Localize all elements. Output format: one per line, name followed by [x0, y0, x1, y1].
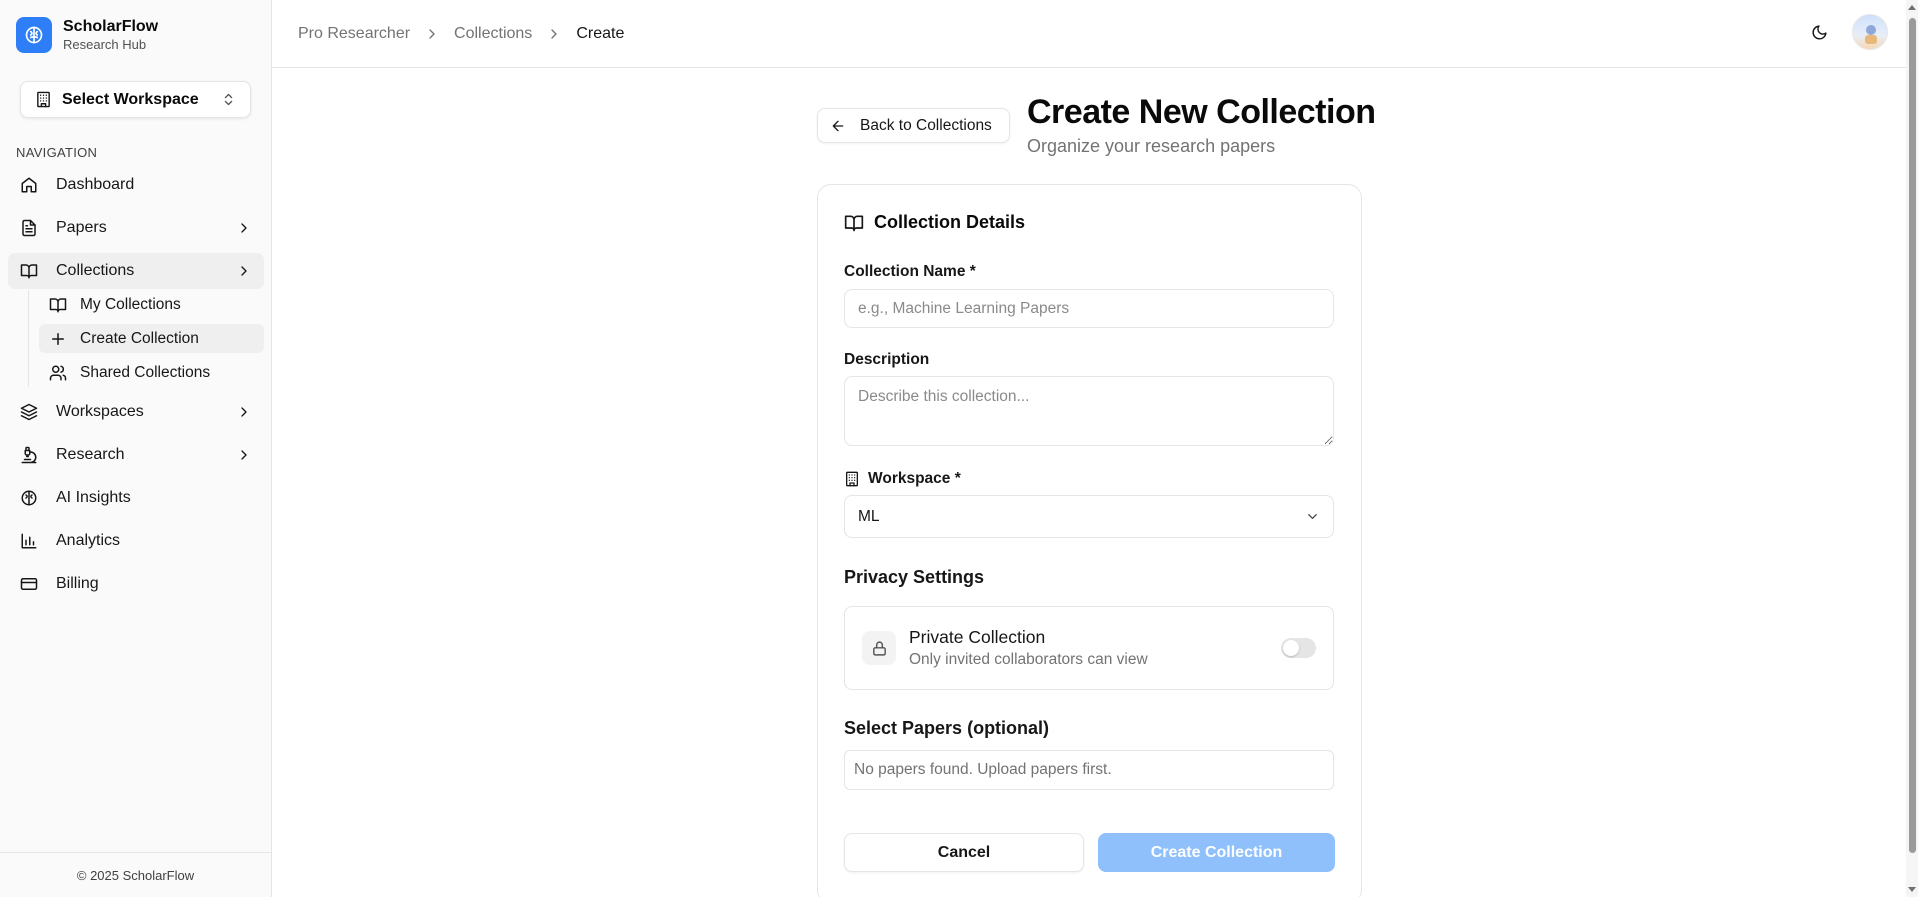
workspace-selector-label: Select Workspace	[62, 90, 199, 108]
sidebar-item-label: Billing	[56, 575, 99, 592]
select-papers-title: Select Papers (optional)	[844, 718, 1050, 738]
sidebar-subitem-create-collection[interactable]: Create Collection	[39, 324, 264, 353]
sidebar-subitem-label: Shared Collections	[80, 363, 211, 381]
brand-subtitle: Research Hub	[63, 37, 147, 52]
back-button-label: Back to Collections	[860, 116, 992, 134]
breadcrumb-pro-researcher[interactable]: Pro Researcher	[298, 25, 410, 43]
credit-card-icon	[20, 575, 38, 593]
sidebar-subitem-label: Create Collection	[80, 329, 199, 347]
topbar: Pro Researcher Collections Create	[272, 0, 1918, 68]
page-subtitle: Organize your research papers	[1027, 136, 1276, 156]
private-collection-desc: Only invited collaborators can view	[909, 651, 1148, 668]
chevron-right-icon	[236, 263, 252, 279]
toggle-knob	[1283, 640, 1299, 656]
chevron-right-icon	[236, 404, 252, 420]
workspace-field-label: Workspace *	[844, 470, 961, 488]
users-icon	[49, 364, 67, 382]
sidebar-item-research[interactable]: Research	[8, 437, 264, 473]
book-open-icon	[49, 296, 67, 314]
sidebar-subitem-shared-collections[interactable]: Shared Collections	[39, 358, 264, 387]
sidebar-item-ai-insights[interactable]: AI Insights	[8, 480, 264, 516]
private-collection-option: Private Collection Only invited collabor…	[844, 606, 1334, 690]
bar-chart-icon	[20, 532, 38, 550]
arrow-left-icon	[830, 118, 860, 134]
page-title: Create New Collection	[1027, 93, 1376, 131]
card-title: Collection Details	[874, 212, 1026, 232]
brain-icon	[20, 489, 38, 507]
sidebar-item-label: Papers	[56, 219, 107, 236]
sidebar-item-workspaces[interactable]: Workspaces	[8, 394, 264, 430]
scroll-down-arrow-icon[interactable]	[1908, 887, 1916, 892]
avatar[interactable]	[1852, 14, 1888, 50]
file-text-icon	[20, 219, 38, 237]
collections-submenu: My Collections Create Collection Shared …	[28, 290, 264, 387]
workspace-select[interactable]: ML	[844, 495, 1334, 538]
breadcrumb-collections[interactable]: Collections	[454, 25, 532, 43]
sidebar-item-label: Analytics	[56, 532, 121, 549]
chevron-right-icon	[424, 26, 440, 42]
workspace-label-text: Workspace *	[868, 470, 961, 487]
brand[interactable]: ScholarFlow Research Hub	[0, 0, 271, 70]
nav-section-title: NAVIGATION	[16, 145, 98, 160]
description-textarea[interactable]	[844, 376, 1334, 446]
sidebar-item-label: AI Insights	[56, 489, 131, 506]
sidebar-nav: Dashboard Papers Collections My Collecti…	[8, 167, 264, 609]
main-content: Pro Researcher Collections Create Back t…	[272, 0, 1918, 897]
privacy-settings-title: Privacy Settings	[844, 567, 985, 587]
building-icon	[844, 471, 860, 487]
sidebar-item-collections[interactable]: Collections	[8, 253, 264, 289]
home-icon	[20, 176, 38, 194]
plus-icon	[49, 330, 67, 348]
chevron-right-icon	[546, 26, 562, 42]
papers-list-empty: No papers found. Upload papers first.	[844, 750, 1334, 790]
back-to-collections-button[interactable]: Back to Collections	[817, 108, 1010, 143]
scrollbar-thumb[interactable]	[1909, 18, 1916, 853]
sidebar-item-billing[interactable]: Billing	[8, 566, 264, 602]
collection-name-label: Collection Name *	[844, 263, 976, 280]
sidebar-item-label: Workspaces	[56, 403, 144, 420]
page-scrollbar[interactable]	[1906, 0, 1918, 897]
brain-icon	[16, 17, 52, 53]
microscope-icon	[20, 446, 38, 464]
book-open-icon	[844, 213, 864, 233]
brand-name: ScholarFlow	[63, 18, 159, 35]
sidebar-item-papers[interactable]: Papers	[8, 210, 264, 246]
card-header: Collection Details	[844, 212, 1025, 233]
sidebar-item-dashboard[interactable]: Dashboard	[8, 167, 264, 203]
sidebar-footer: © 2025 ScholarFlow	[0, 852, 271, 897]
scroll-up-arrow-icon[interactable]	[1908, 5, 1916, 10]
workspace-select-value: ML	[858, 507, 880, 525]
book-open-icon	[20, 262, 38, 280]
theme-toggle-button[interactable]	[1802, 15, 1836, 49]
chevron-right-icon	[236, 220, 252, 236]
create-collection-button[interactable]: Create Collection	[1098, 833, 1335, 872]
private-collection-toggle[interactable]	[1281, 638, 1316, 658]
sidebar-subitem-my-collections[interactable]: My Collections	[39, 290, 264, 319]
workspace-selector[interactable]: Select Workspace	[20, 81, 251, 118]
sidebar-item-analytics[interactable]: Analytics	[8, 523, 264, 559]
sidebar: ScholarFlow Research Hub Select Workspac…	[0, 0, 272, 897]
lock-icon	[862, 631, 896, 665]
chevron-right-icon	[236, 447, 252, 463]
sidebar-item-label: Dashboard	[56, 176, 135, 193]
cancel-button[interactable]: Cancel	[844, 833, 1084, 872]
description-label: Description	[844, 351, 930, 368]
building-icon	[35, 91, 52, 108]
sidebar-item-label: Research	[56, 446, 125, 463]
private-collection-title: Private Collection	[909, 627, 1046, 647]
chevrons-up-down-icon	[221, 92, 236, 107]
layers-icon	[20, 403, 38, 421]
sidebar-item-label: Collections	[56, 262, 135, 279]
sidebar-subitem-label: My Collections	[80, 295, 181, 313]
collection-name-input[interactable]	[844, 289, 1334, 328]
collection-details-card: Collection Details Collection Name * Des…	[817, 184, 1362, 897]
breadcrumb-create: Create	[576, 24, 625, 42]
moon-icon	[1811, 24, 1828, 41]
chevron-down-icon	[1305, 509, 1320, 524]
